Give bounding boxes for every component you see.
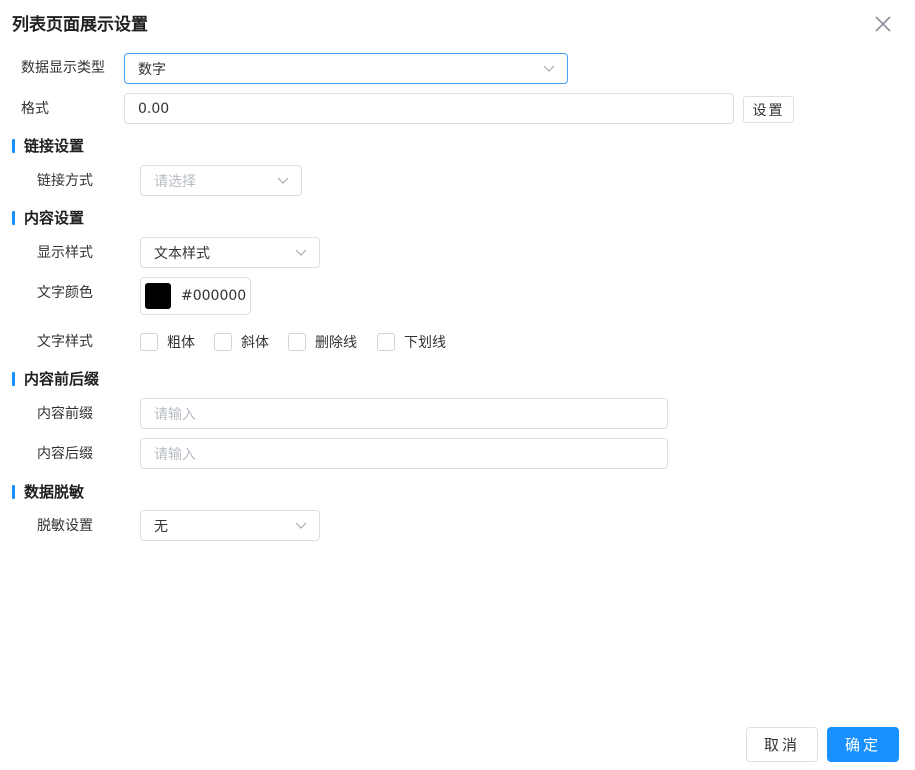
display-style-label: 显示样式 xyxy=(37,245,93,261)
mask-select[interactable]: 无 xyxy=(140,510,320,541)
suffix-placeholder: 请输入 xyxy=(154,446,196,463)
prefix-placeholder: 请输入 xyxy=(154,406,196,423)
text-style-label: 文字样式 xyxy=(37,334,93,350)
checkbox-bold[interactable]: 粗体 xyxy=(140,332,195,352)
data-type-label: 数据显示类型 xyxy=(21,60,105,76)
prefix-label: 内容前缀 xyxy=(37,406,93,422)
checkbox-label: 粗体 xyxy=(167,335,195,351)
format-input[interactable]: 0.00 xyxy=(124,93,734,124)
suffix-label: 内容后缀 xyxy=(37,446,93,462)
checkbox-box[interactable] xyxy=(140,333,158,351)
suffix-input[interactable]: 请输入 xyxy=(140,438,668,469)
data-type-value: 数字 xyxy=(138,61,166,78)
link-method-placeholder: 请选择 xyxy=(154,173,196,190)
display-style-value: 文本样式 xyxy=(154,245,210,262)
data-type-select[interactable]: 数字 xyxy=(124,53,568,84)
display-style-select[interactable]: 文本样式 xyxy=(140,237,320,268)
affix-section-title: 内容前后缀 xyxy=(12,369,99,389)
checkbox-label: 删除线 xyxy=(315,335,357,351)
checkbox-box[interactable] xyxy=(288,333,306,351)
checkbox-strikethrough[interactable]: 删除线 xyxy=(288,332,357,352)
chevron-down-icon xyxy=(295,249,307,256)
checkbox-underline[interactable]: 下划线 xyxy=(377,332,446,352)
ok-button[interactable]: 确定 xyxy=(827,727,899,762)
text-color-value: #000000 xyxy=(181,288,247,304)
link-method-label: 链接方式 xyxy=(37,173,93,189)
color-swatch xyxy=(145,283,171,309)
text-color-label: 文字颜色 xyxy=(37,285,93,301)
link-method-select[interactable]: 请选择 xyxy=(140,165,302,196)
prefix-input[interactable]: 请输入 xyxy=(140,398,668,429)
mask-value: 无 xyxy=(154,518,168,535)
format-value: 0.00 xyxy=(138,100,170,117)
chevron-down-icon xyxy=(295,522,307,529)
chevron-down-icon xyxy=(543,65,555,72)
content-section-title: 内容设置 xyxy=(12,208,84,228)
link-section-title: 链接设置 xyxy=(12,136,84,156)
dialog-title: 列表页面展示设置 xyxy=(12,15,148,35)
cancel-button[interactable]: 取消 xyxy=(746,727,818,762)
format-label: 格式 xyxy=(21,101,49,117)
checkbox-box[interactable] xyxy=(377,333,395,351)
chevron-down-icon xyxy=(277,177,289,184)
checkbox-box[interactable] xyxy=(214,333,232,351)
checkbox-italic[interactable]: 斜体 xyxy=(214,332,269,352)
format-settings-button[interactable]: 设置 xyxy=(743,96,794,123)
text-color-picker[interactable]: #000000 xyxy=(140,277,251,315)
mask-label: 脱敏设置 xyxy=(37,518,93,534)
close-icon[interactable] xyxy=(872,13,894,35)
settings-dialog: 列表页面展示设置 数据显示类型 数字 格式 0.00 设置 链接设置 链接方式 … xyxy=(0,0,915,770)
checkbox-label: 下划线 xyxy=(404,335,446,351)
mask-section-title: 数据脱敏 xyxy=(12,482,84,502)
checkbox-label: 斜体 xyxy=(241,335,269,351)
